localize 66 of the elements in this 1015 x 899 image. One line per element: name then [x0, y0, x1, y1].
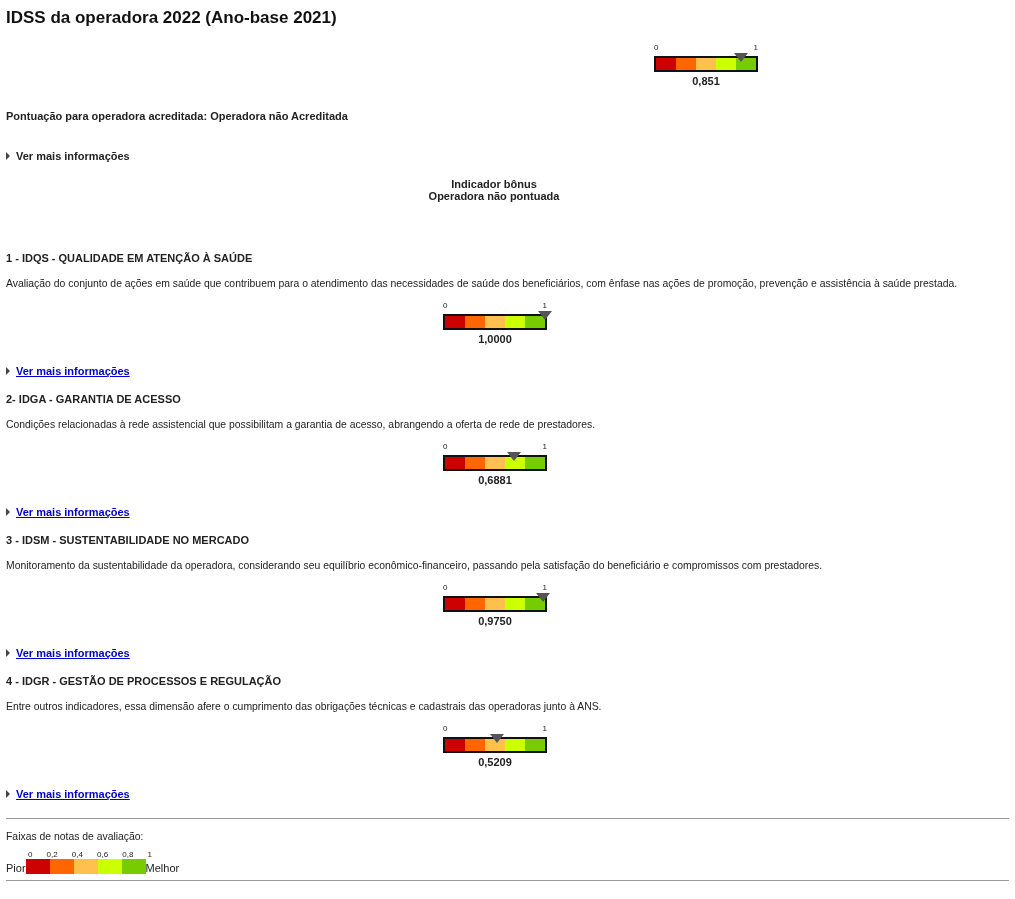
bonus-status: Operadora não pontuada — [428, 190, 560, 202]
gauge-segment — [445, 598, 465, 610]
legend-tick-label: 0,4 — [71, 850, 83, 859]
gauge-segment — [525, 316, 545, 328]
more-info-link[interactable]: Ver mais informações — [6, 506, 130, 518]
gauge-min-label: 0 — [654, 43, 659, 52]
bonus-title: Indicador bônus — [451, 178, 537, 190]
best-label: Melhor — [145, 862, 180, 874]
gauge-segment — [525, 598, 545, 610]
gauge-reading: 0,851 — [692, 75, 720, 87]
section-heading: 1 - IDQS - QUALIDADE EM ATENÇÃO À SAÚDE — [6, 252, 254, 264]
gauge-min-label: 0 — [443, 724, 448, 733]
gauge-segment — [465, 598, 485, 610]
gauge-segment — [505, 457, 525, 469]
gauge-segment — [445, 739, 465, 751]
gauge-segment — [716, 58, 736, 70]
gauge-segment — [525, 739, 545, 751]
gauge-reading: 0,5209 — [478, 756, 512, 768]
more-info-link[interactable]: Ver mais informações — [6, 647, 130, 659]
gauge-segment — [485, 316, 505, 328]
legend-tick-label: 0,6 — [97, 850, 109, 859]
gauge-segment — [696, 58, 716, 70]
gauge-reading: 0,9750 — [478, 615, 512, 627]
gauge-segment — [736, 58, 756, 70]
gauge-segment — [505, 598, 525, 610]
section-description: Entre outros indicadores, essa dimensão afere o cumprimento das obrigações técnicas e cadastrais das operadoras junto à ANS. — [6, 701, 603, 712]
section-heading: 2- IDGA - GARANTIA DE ACESSO — [6, 393, 182, 405]
page-title: IDSS da operadora 2022 (Ano-base 2021) — [6, 8, 338, 28]
gauge-max-label: 1 — [753, 43, 758, 52]
gauge-max-label: 1 — [542, 442, 547, 451]
gauge-max-label: 1 — [542, 583, 547, 592]
gauge-segment — [465, 739, 485, 751]
gauge-segment — [485, 598, 505, 610]
legend-title: Faixas de notas de avaliação: — [6, 831, 145, 842]
legend-tick-label: 0,8 — [122, 850, 134, 859]
gauge-max-label: 1 — [542, 724, 547, 733]
legend-tick-label: 0,2 — [46, 850, 58, 859]
gauge-segment — [505, 316, 525, 328]
gauge-max-label: 1 — [542, 301, 547, 310]
gauge-segment — [525, 457, 545, 469]
worst-label: Pior — [6, 862, 26, 874]
more-info-link[interactable]: Ver mais informações — [6, 788, 130, 800]
section-description: Avaliação do conjunto de ações em saúde que contribuem para o atendimento das necessidades de saúde dos beneficiários, com ênfase nas ações de promoção, prevenção e assistência à saúde prestada. — [6, 278, 959, 289]
gauge-reading: 1,0000 — [478, 333, 512, 345]
gauge-segment — [485, 457, 505, 469]
more-info-link[interactable]: Ver mais informações — [6, 365, 130, 377]
gauge-min-label: 0 — [443, 442, 448, 451]
gauge-segment — [465, 316, 485, 328]
gauge-segment — [445, 457, 465, 469]
legend-tick-label: 0 — [28, 850, 33, 859]
gauge-segment — [505, 739, 525, 751]
gauge-segment — [656, 58, 676, 70]
gauge-segment — [445, 316, 465, 328]
section-description: Condições relacionadas à rede assistencial que possibilitam a garantia de acesso, abrangendo a oferta de rede de prestadores. — [6, 419, 597, 430]
accreditation-text: Pontuação para operadora acreditada: Operadora não Acreditada — [6, 110, 349, 122]
more-info-link[interactable]: Ver mais informações — [6, 150, 130, 162]
gauge-segment — [485, 739, 505, 751]
gauge-segment — [676, 58, 696, 70]
section-description: Monitoramento da sustentabilidade da operadora, considerando seu equilíbrio econômico-financeiro, passando pela satisfação do beneficiário e compromissos com prestadores. — [6, 560, 824, 571]
gauge-reading: 0,6881 — [478, 474, 512, 486]
section-heading: 4 - IDGR - GESTÃO DE PROCESSOS E REGULAÇÃO — [6, 675, 283, 687]
gauge-segment — [465, 457, 485, 469]
gauge-min-label: 0 — [443, 583, 448, 592]
section-heading: 3 - IDSM - SUSTENTABILIDADE NO MERCADO — [6, 534, 251, 546]
legend-tick-label: 1 — [147, 850, 152, 859]
gauge-min-label: 0 — [443, 301, 448, 310]
